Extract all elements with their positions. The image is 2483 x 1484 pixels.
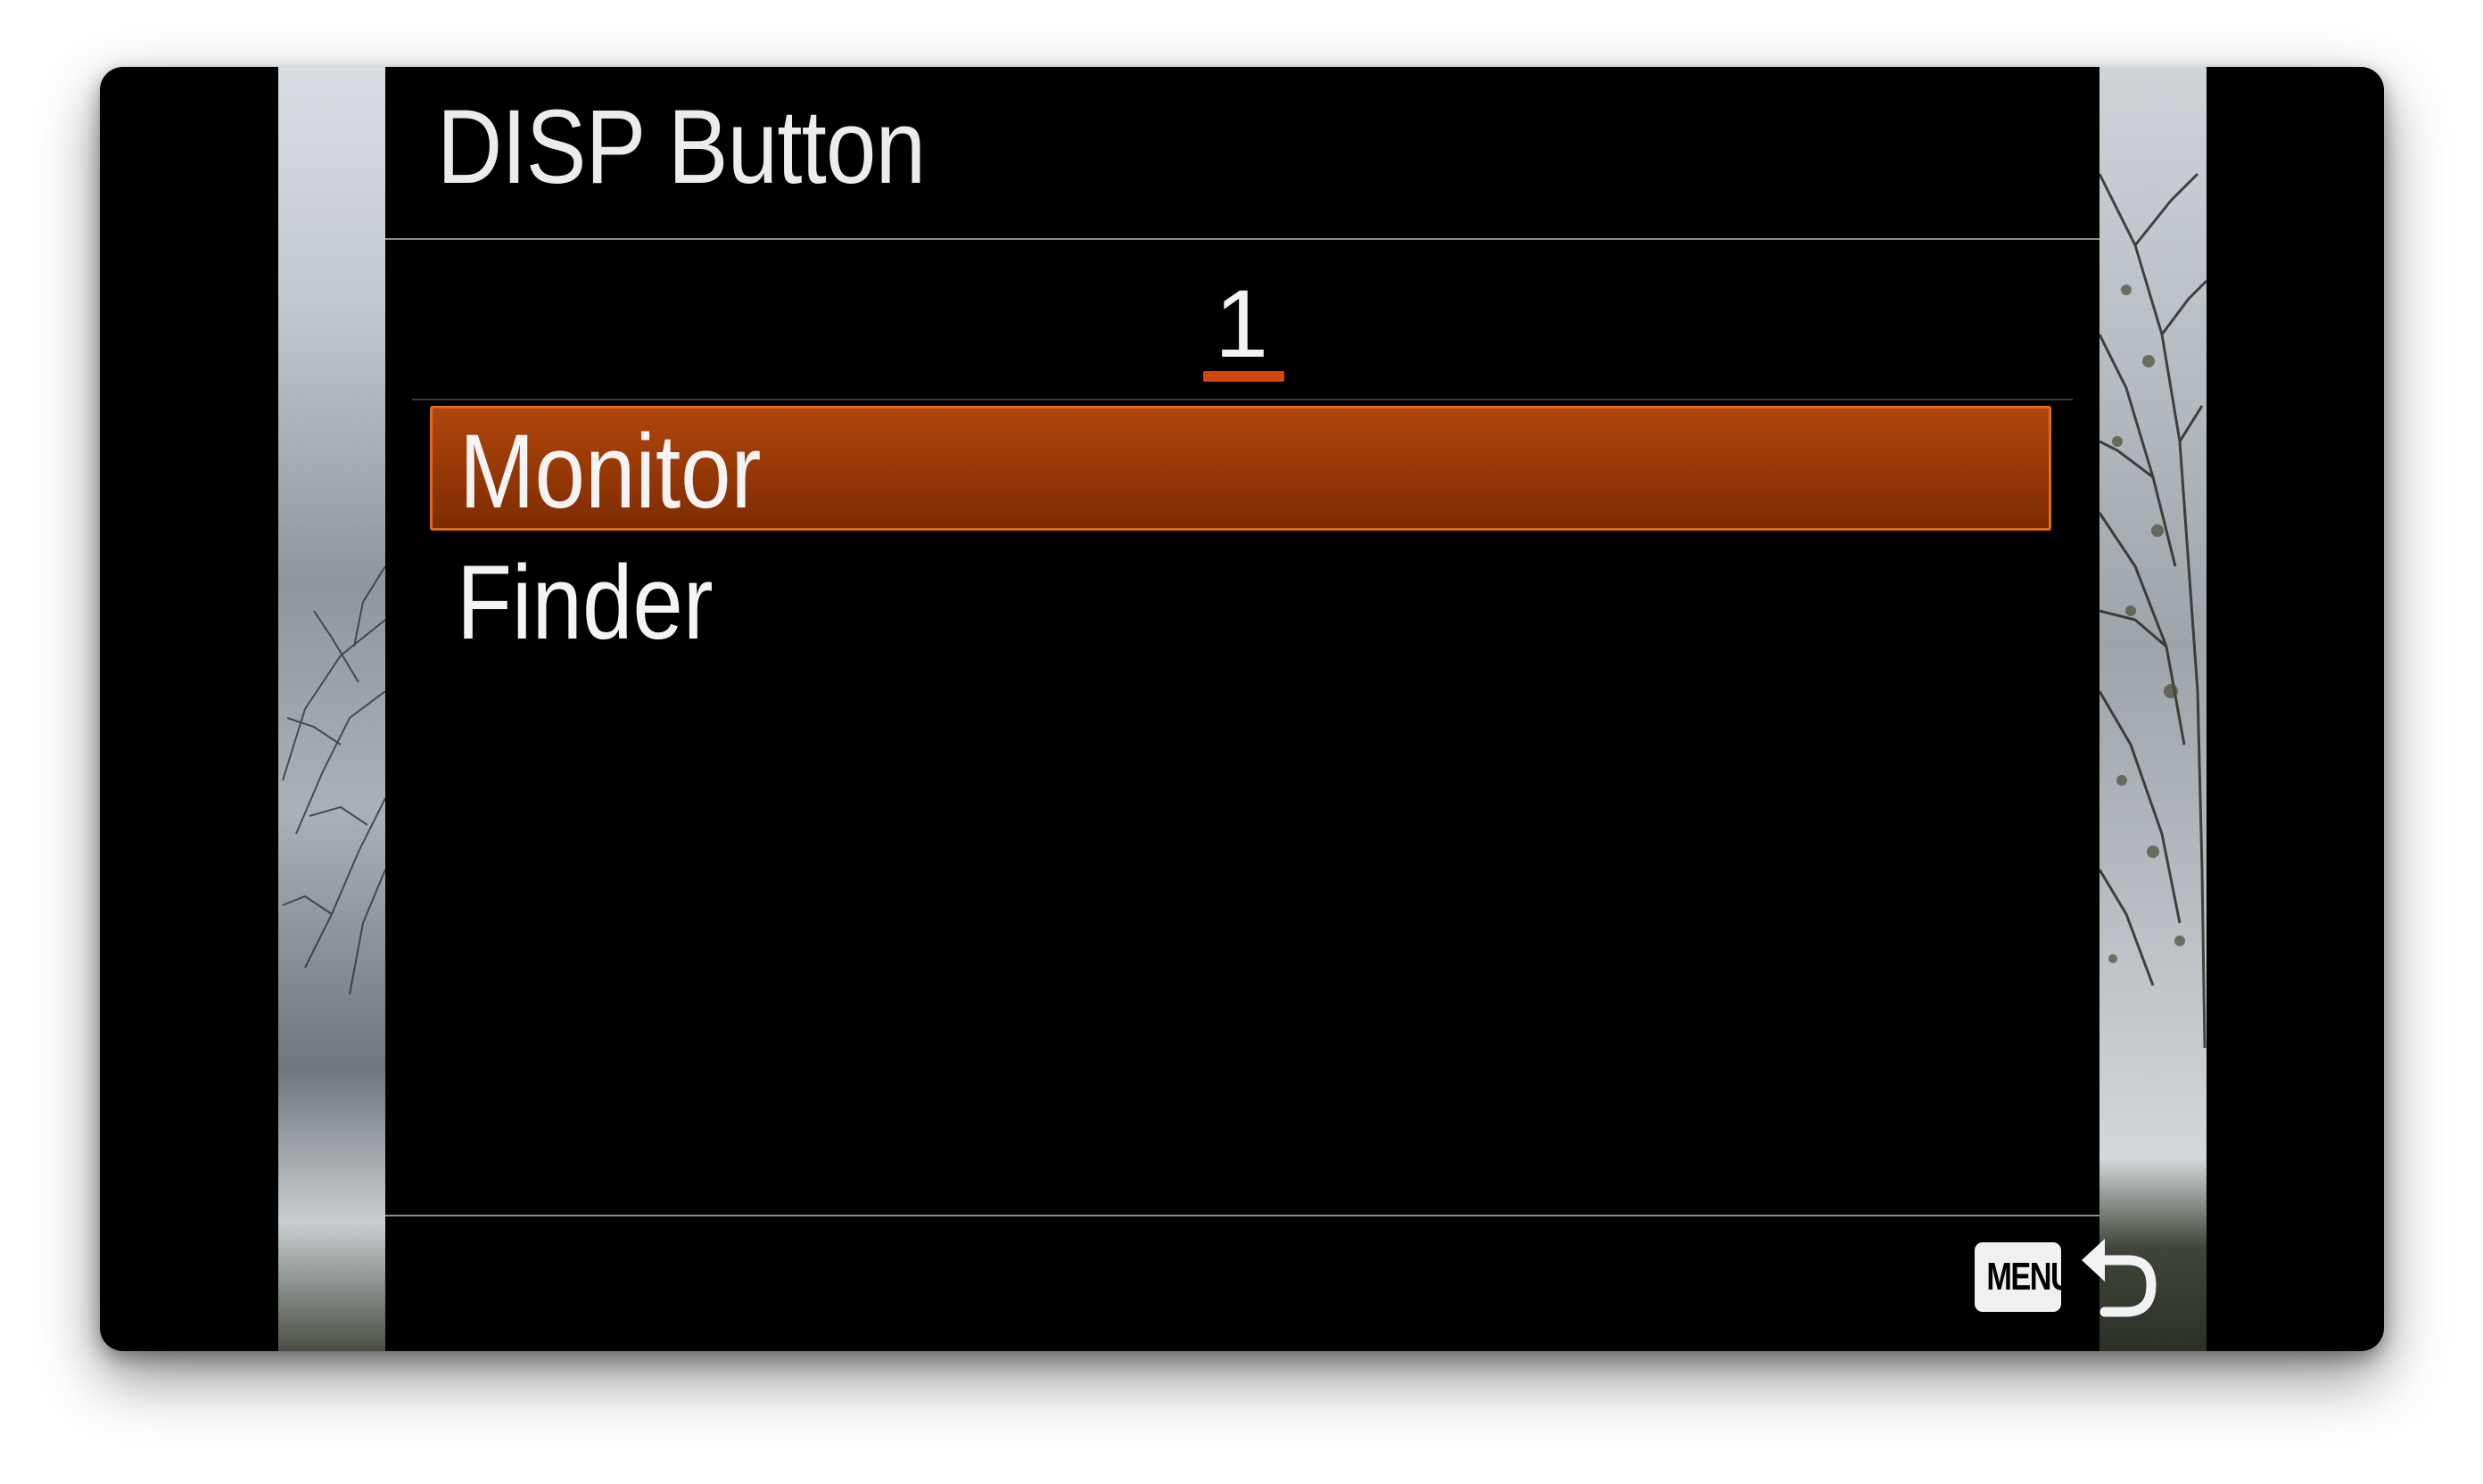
footer-divider: [385, 1215, 2099, 1216]
menu-item-monitor[interactable]: Monitor: [430, 406, 2051, 531]
menu-button-badge[interactable]: MENU: [1975, 1242, 2073, 1312]
header-divider: [385, 238, 2099, 240]
background-photo-right: [2099, 67, 2207, 1351]
tab-page-1[interactable]: 1: [1170, 270, 1313, 377]
active-tab-indicator: [1203, 371, 1284, 382]
camera-screen-frame: DISP Button 1 Monitor Finder MENU: [100, 67, 2384, 1351]
return-arrow-icon[interactable]: [2078, 1228, 2158, 1326]
menu-badge-label: MENU: [1986, 1255, 2072, 1298]
menu-item-finder[interactable]: Finder: [430, 540, 2051, 664]
background-photo-left: [278, 67, 385, 1351]
menu-screen: DISP Button 1 Monitor Finder MENU: [385, 67, 2157, 1351]
menu-item-label: Finder: [457, 544, 714, 662]
menu-item-label: Monitor: [459, 413, 762, 531]
tab-divider: [412, 399, 2073, 400]
page-title: DISP Button: [437, 88, 926, 206]
